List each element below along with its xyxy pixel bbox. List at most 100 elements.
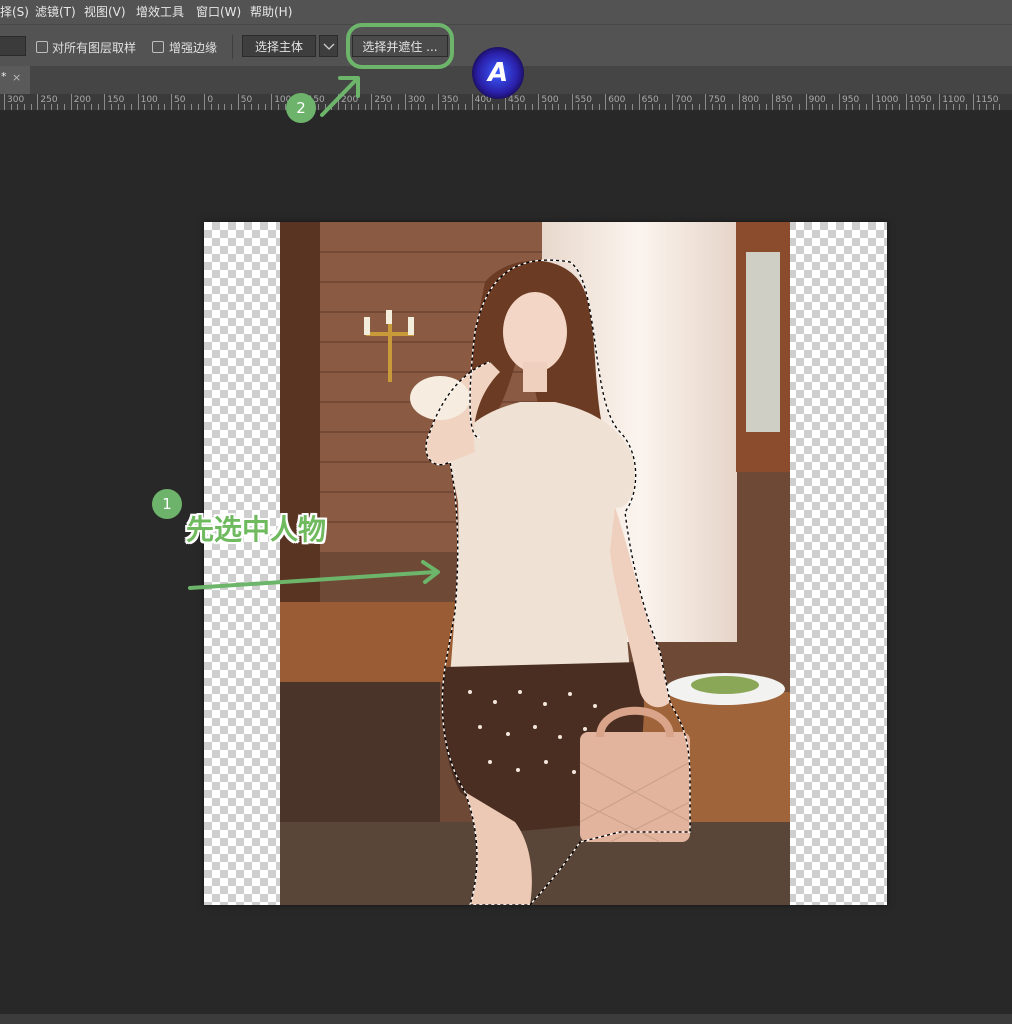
ruler-label: 300: [407, 95, 425, 105]
ruler-tick: [538, 94, 540, 110]
ruler-tick: [672, 94, 673, 110]
ruler-tick: [4, 94, 5, 110]
sample-all-layers-label: 对所有图层取样: [52, 41, 137, 55]
step-1-caption: 先选中人物: [186, 513, 327, 546]
ruler-label: 1000: [875, 95, 899, 105]
ruler-tick: [605, 94, 607, 110]
ruler-minor-tick: [798, 104, 800, 110]
ruler-label: 1150: [975, 95, 999, 105]
ruler-tick: [237, 94, 239, 110]
ruler-minor-tick: [732, 104, 734, 110]
ruler-tick: [137, 94, 139, 110]
ruler-tick: [404, 94, 406, 110]
ruler-label: 50: [174, 95, 186, 105]
ruler-minor-tick: [999, 104, 1001, 110]
ruler-minor-tick: [264, 104, 266, 110]
ruler-minor-tick: [224, 104, 226, 110]
ruler-minor-tick: [257, 104, 259, 110]
ruler-minor-tick: [698, 104, 700, 110]
ruler-minor-tick: [531, 104, 533, 110]
ruler-label: 250: [40, 95, 58, 105]
step-1-badge: 1: [152, 489, 182, 519]
ruler-minor-tick: [498, 104, 500, 110]
ruler-minor-tick: [464, 104, 466, 110]
ruler-label: 800: [741, 95, 759, 105]
step-2-arrow: [320, 76, 360, 117]
ruler-minor-tick: [97, 104, 99, 110]
ruler-tick: [939, 94, 941, 110]
select-subject-button[interactable]: 选择主体: [242, 35, 316, 57]
ruler-minor-tick: [431, 104, 433, 110]
chevron-down-icon: [323, 43, 335, 50]
ruler-tick: [972, 94, 974, 110]
ruler-minor-tick: [565, 104, 567, 110]
ruler-label: 750: [708, 95, 726, 105]
ruler-minor-tick: [130, 104, 132, 110]
ruler-label: 850: [775, 95, 793, 105]
ruler-minor-tick: [64, 104, 66, 110]
ruler-minor-tick: [398, 104, 400, 110]
menu-window[interactable]: 窗口(W): [196, 0, 241, 24]
ruler-minor-tick: [217, 104, 219, 110]
ruler-minor-tick: [765, 104, 767, 110]
ruler-tick: [805, 94, 807, 110]
brush-size-field[interactable]: [0, 36, 26, 56]
ruler-minor-tick: [231, 104, 233, 110]
ruler-label: 950: [842, 95, 860, 105]
ruler-tick: [905, 94, 907, 110]
ruler-label: 100: [140, 95, 158, 105]
ruler-tick: [705, 94, 707, 110]
ruler-label: 500: [541, 95, 559, 105]
ruler-minor-tick: [458, 104, 460, 110]
ruler-minor-tick: [899, 104, 901, 110]
ruler-minor-tick: [631, 104, 633, 110]
ruler-label: 1050: [908, 95, 932, 105]
ruler-minor-tick: [197, 104, 199, 110]
ruler-minor-tick: [665, 104, 667, 110]
ruler-tick: [738, 94, 740, 110]
ruler-tick: [571, 94, 573, 110]
ruler-minor-tick: [598, 104, 600, 110]
ruler-label: 650: [641, 95, 659, 105]
document-tab[interactable]: * ×: [0, 66, 30, 94]
close-icon[interactable]: ×: [12, 71, 21, 84]
ruler-label: 900: [808, 95, 826, 105]
ruler-minor-tick: [932, 104, 934, 110]
menu-plugins[interactable]: 增效工具: [136, 0, 184, 24]
ruler-tick: [171, 94, 172, 110]
menu-filter[interactable]: 滤镜(T): [35, 0, 76, 24]
ruler-tick: [271, 94, 273, 110]
ruler-minor-tick: [832, 104, 834, 110]
enhance-edge-checkbox[interactable]: [152, 41, 164, 53]
ruler-minor-tick: [792, 104, 794, 110]
status-bar: [0, 1014, 1012, 1024]
ruler-label: 300: [7, 95, 25, 105]
ruler-minor-tick: [124, 104, 126, 110]
ruler-minor-tick: [30, 104, 32, 110]
ruler-minor-tick: [625, 104, 627, 110]
ruler-tick: [772, 94, 774, 110]
ruler-label: 1100: [942, 95, 966, 105]
ruler-minor-tick: [865, 104, 867, 110]
ruler-minor-tick: [164, 104, 166, 110]
select-subject-dropdown[interactable]: [319, 35, 338, 57]
ruler-label: 150: [107, 95, 125, 105]
sample-all-layers-checkbox[interactable]: [36, 41, 48, 53]
ruler-tick: [70, 94, 72, 110]
app-logo-icon: A: [472, 47, 524, 99]
ruler-tick: [638, 94, 640, 110]
ruler-minor-tick: [191, 104, 193, 110]
ruler-label: 0: [207, 95, 214, 105]
menu-select[interactable]: 择(S): [0, 0, 29, 24]
ruler-tick: [438, 94, 440, 110]
ruler-label: 50: [240, 95, 253, 105]
menu-view[interactable]: 视图(V): [84, 0, 126, 24]
logo-letter: A: [487, 58, 509, 88]
options-divider: [232, 35, 233, 59]
ruler-minor-tick: [965, 104, 967, 110]
menu-help[interactable]: 帮助(H): [250, 0, 292, 24]
ruler-tick: [839, 94, 840, 110]
ruler-label: 700: [675, 95, 693, 105]
ruler-label: 550: [574, 95, 592, 105]
ruler-tick: [204, 94, 206, 110]
